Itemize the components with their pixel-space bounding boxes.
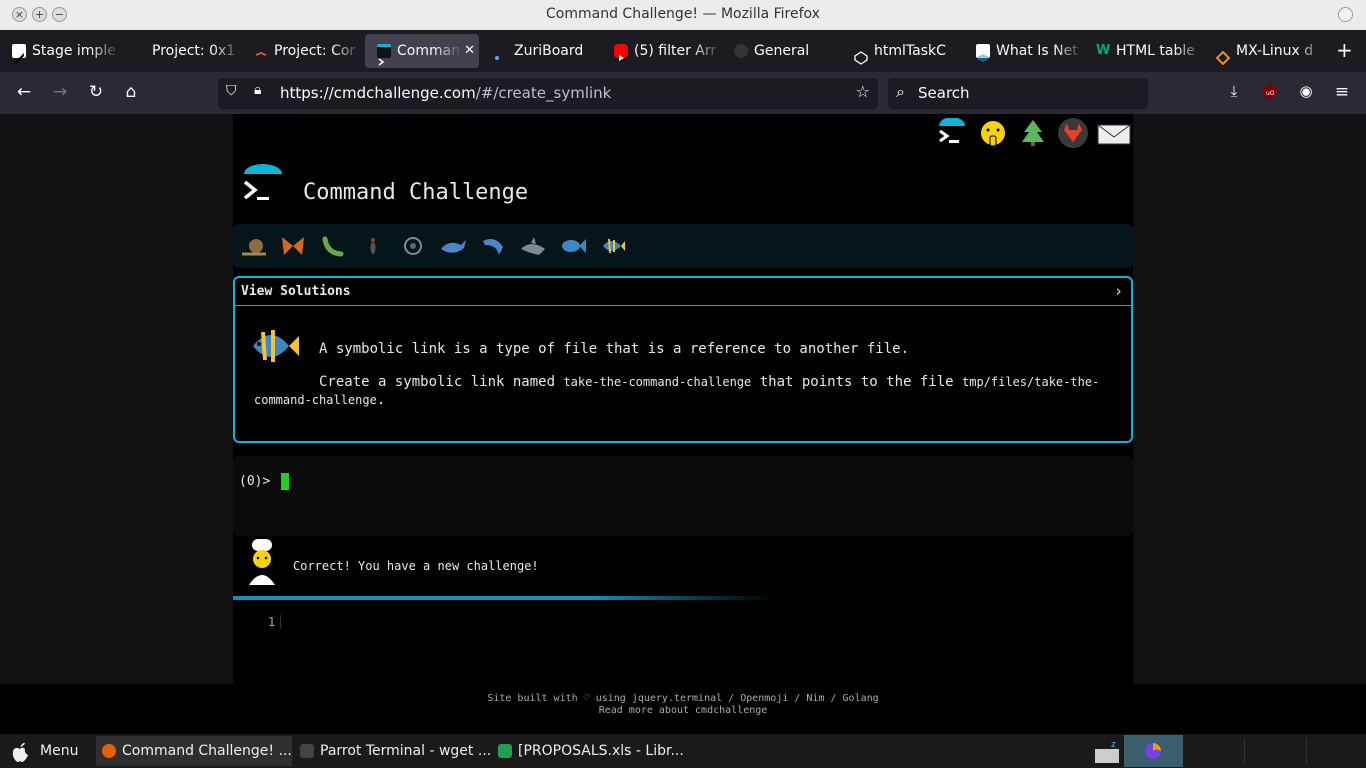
youtube-icon (614, 44, 628, 61)
close-tab-icon[interactable]: ✕ (464, 34, 475, 68)
home-icon[interactable]: ⌂ (120, 82, 142, 102)
challenge-page: Command Challenge View Solutions › A sym… (233, 114, 1133, 684)
terminal-prompt: (0)> (239, 474, 271, 489)
gitlab-icon[interactable] (1057, 117, 1089, 149)
snail-icon[interactable] (240, 235, 268, 257)
shark-icon[interactable] (519, 235, 547, 257)
forward-icon[interactable]: → (49, 82, 71, 102)
url-bar[interactable]: ⛉ 🔒︎ https://cmdchallenge.com/#/create_s… (218, 78, 878, 109)
view-solutions-toggle[interactable]: View Solutions › (235, 278, 1131, 306)
diamond-icon (1215, 44, 1231, 66)
os-taskbar: Menu Command Challenge! ... Parrot Termi… (0, 734, 1366, 768)
svg-text:z: z (1111, 740, 1116, 750)
symlink-name: take-the-command-challenge (563, 375, 752, 389)
search-icon: ⌕ (896, 82, 905, 101)
dolphin-icon[interactable] (479, 235, 507, 257)
challenge-task: Create a symbolic link named take-the-co… (254, 374, 1100, 408)
taskbar-active-firefox[interactable] (1124, 735, 1183, 767)
code-editor[interactable]: 1 (233, 604, 1133, 684)
tree-icon[interactable] (1020, 118, 1046, 148)
progress-bar (233, 596, 1133, 600)
tab-project-2[interactable]: Project: Cor (242, 34, 362, 68)
caterpillar-icon[interactable] (319, 235, 347, 257)
w3-icon: W (1096, 43, 1111, 58)
line-number: 1 (268, 615, 282, 629)
terminal-cursor (281, 473, 289, 490)
terminal-input[interactable]: (0)> (233, 456, 1133, 536)
tab-github[interactable]: General (722, 34, 842, 68)
tab-bar: Stage imple Project: 0x1 Project: Cor Co… (0, 30, 1366, 72)
read-more-link[interactable]: Read more about cmdchallenge (0, 705, 1366, 717)
shield-icon[interactable]: ⛉ (226, 83, 237, 99)
fish-icon[interactable] (559, 235, 587, 257)
apple-icon (12, 742, 28, 762)
privacy-badger-icon[interactable]: ◉ (1295, 82, 1317, 100)
cisco-icon (976, 44, 990, 62)
taskbar-libreoffice[interactable]: [PROPOSALS.xls - Libr... (492, 736, 688, 766)
shell-icon[interactable] (399, 235, 427, 257)
github-icon (734, 44, 748, 58)
taskbar-terminal[interactable]: Parrot Terminal - wget ... (294, 736, 490, 766)
shushing-face-icon[interactable] (978, 118, 1008, 150)
terminal-icon (377, 44, 391, 66)
url-text[interactable]: https://cmdchallenge.com/#/create_symlin… (280, 84, 611, 102)
tab-youtube[interactable]: (5) filter Arr (602, 34, 722, 68)
codepen-icon (854, 44, 868, 65)
svg-text:uO: uO (1266, 90, 1275, 97)
sleep-tray-icon[interactable]: z (1093, 737, 1121, 765)
chevron-right-icon: › (1113, 282, 1123, 300)
cook-avatar-icon (249, 539, 275, 585)
firefox-icon (1145, 743, 1161, 759)
back-icon[interactable]: ← (13, 82, 35, 102)
firefox-icon (102, 744, 116, 758)
level-icon-row (233, 224, 1133, 268)
page-content: Command Challenge View Solutions › A sym… (0, 114, 1366, 684)
page-title: Command Challenge (303, 180, 529, 205)
tab-codepen[interactable]: htmlTaskC (842, 34, 964, 68)
ublock-icon[interactable]: uO (1259, 84, 1281, 106)
tab-project-1[interactable]: Project: 0x1 (120, 34, 242, 68)
tab-cisco[interactable]: What Is Net (964, 34, 1084, 68)
window-titlebar: × + − Command Challenge! — Mozilla Firef… (0, 0, 1366, 30)
tropical-fish-icon (253, 330, 299, 362)
footer-credits: Site built with ♡ using jquery.terminal … (487, 693, 879, 704)
cmdchallenge-logo-icon[interactable] (936, 118, 968, 150)
tab-w3schools[interactable]: W HTML table (1084, 34, 1204, 68)
challenge-description: A symbolic link is a type of file that i… (319, 341, 910, 357)
tab-zuriboard[interactable]: ZuriBoard (482, 34, 602, 68)
spreadsheet-icon (498, 744, 512, 758)
tab-command-challenge[interactable]: Comman ✕ (365, 34, 479, 68)
window-title: Command Challenge! — Mozilla Firefox (546, 6, 820, 22)
zuri-icon (12, 44, 26, 63)
new-tab-button[interactable]: + (1336, 38, 1353, 62)
holberton-icon (254, 44, 268, 58)
whale-icon[interactable] (439, 235, 467, 257)
hamburger-menu-icon[interactable]: ≡ (1331, 82, 1353, 102)
downloads-icon[interactable]: ⤓ (1223, 82, 1245, 100)
lock-icon[interactable]: 🔒︎ (254, 82, 261, 98)
window-status-icon (1338, 7, 1353, 22)
tab-mx-linux[interactable]: MX-Linux d (1204, 34, 1326, 68)
taskbar-firefox[interactable]: Command Challenge! ... (96, 736, 292, 766)
reload-icon[interactable]: ↻ (85, 82, 107, 102)
start-menu-button[interactable]: Menu (0, 736, 92, 766)
tropical-fish-icon[interactable] (599, 235, 627, 257)
holberton-icon (132, 44, 146, 58)
search-input[interactable]: ⌕ Search (888, 78, 1148, 109)
ant-icon[interactable] (359, 235, 387, 257)
site-logo-icon (243, 164, 282, 200)
bookmark-star-icon[interactable]: ☆ (856, 82, 870, 101)
terminal-icon (300, 744, 314, 758)
dot-icon (494, 44, 508, 60)
email-icon[interactable] (1097, 122, 1131, 146)
result-message: Correct! You have a new challenge! (293, 559, 539, 573)
site-footer: Site built with ♡ using jquery.terminal … (0, 684, 1366, 734)
challenge-panel: View Solutions › A symbolic link is a ty… (233, 276, 1133, 443)
tab-stage[interactable]: Stage imple (0, 34, 120, 68)
butterfly-icon[interactable] (279, 235, 307, 257)
